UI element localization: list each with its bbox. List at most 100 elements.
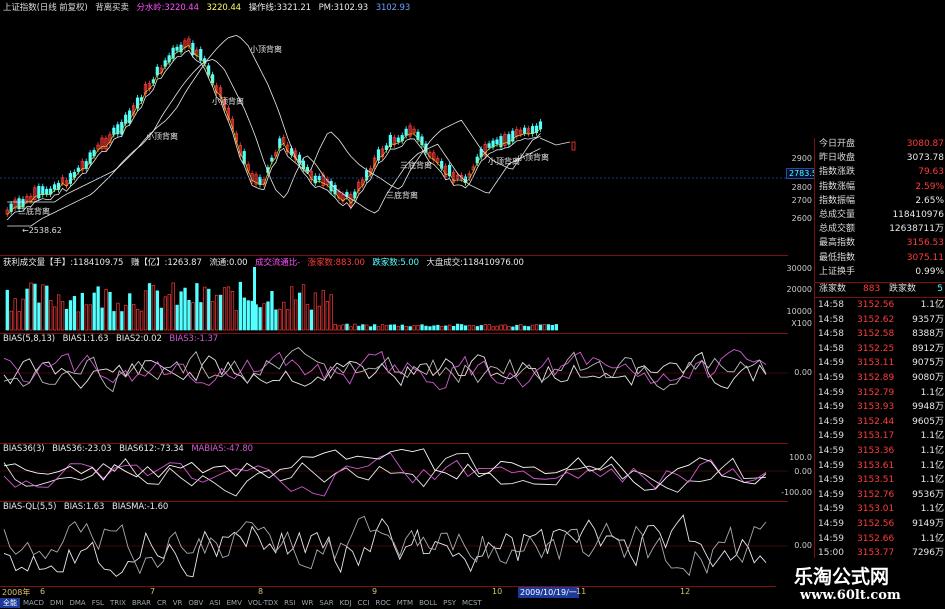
volume-bar [17,311,21,331]
volume-bar [507,326,511,331]
stat-row: 最低指数 3075.11 [815,252,945,265]
watermark-title: 乐淘公式网 [794,566,890,588]
tick-volume: 1.1亿 [920,460,944,471]
volume-bar [29,282,33,331]
stat-label: 指数振幅 [819,195,856,206]
bias-panel[interactable]: BIAS(5,8,13) BIAS1:1.63 BIAS2:0.02 BIAS3… [0,333,788,444]
vol-label-float: 流通:0.00 [209,258,248,268]
volume-bar [68,300,73,331]
indicator-tab[interactable]: VOL-TDX [245,599,281,607]
indicator-tab[interactable]: SAR [316,599,336,607]
indicator-tab[interactable]: MACD [20,599,47,607]
indicator-tab[interactable]: ASI [206,599,223,607]
volume-bar [337,325,341,331]
stat-label: 总成交量 [819,210,856,220]
stat-value: 3075.11 [906,252,944,263]
volume-bar [286,309,290,331]
indicator-tab[interactable]: EMV [224,599,245,607]
tick-price: 3152.62 [857,314,895,325]
y-tick: -100.00 [781,488,812,497]
tick-volume: 9149万 [912,519,944,529]
volume-bar [139,310,144,331]
stat-label: 指数涨幅 [819,181,856,192]
indicator-tab[interactable]: TRIX [107,599,129,607]
tick-time: 14:59 [818,460,844,471]
volume-bar [104,289,108,331]
volume-bar [321,290,325,331]
volume-bar [120,311,124,331]
volume-bar [400,324,404,331]
indicator-tab[interactable]: MTM [394,599,416,607]
indicator-tab[interactable]: VR [170,599,186,607]
volume-bar [278,308,282,331]
price-chart-panel[interactable]: 上证指数(日线 前复权) 背离买卖 分水岭:3220.44 3220.44 操作… [0,0,820,256]
tick-row: 14:59 3152.89 9080万 [815,371,945,386]
indicator-tab[interactable]: ROC [372,599,393,607]
volume-bar [167,294,171,331]
divergence-label: 小顶背离 [146,132,178,141]
bias36-panel[interactable]: BIAS36(3) BIAS36:-23.03 BIAS612:-73.34 M… [0,443,788,502]
tick-time: 14:59 [818,446,844,456]
volume-bar [21,298,25,331]
volume-bar [294,299,298,331]
tick-row: 14:58 3152.56 1.1亿 [815,298,945,313]
tick-price: 3152.56 [857,300,895,310]
tick-time: 14:59 [818,373,844,383]
indicator-tab[interactable]: DMA [66,599,88,607]
volume-bar [222,287,227,331]
volume-bar [207,288,211,331]
volume-bar [143,290,148,331]
tick-row: 14:59 3152.76 9536万 [815,488,945,503]
indicator-tab[interactable]: CR [154,599,170,607]
volume-bar [41,284,45,331]
indicator-tab[interactable]: WR [299,599,317,607]
indicator-tab[interactable]: PSY [440,599,459,607]
indicator-tab[interactable]: RSI [281,599,298,607]
stat-row: 昨日收盘 3073.78 [815,152,945,165]
vol-label-ratio: 成交流通比- [255,258,301,268]
volume-bar [116,302,120,331]
biasql-panel[interactable]: BIAS-QL(5,5) BIAS:1.63 BIASMA:-1.60 [0,501,788,587]
date-label: 11 [576,587,587,596]
divergence-label: 三底背离 [386,191,418,200]
volume-bar [471,325,476,331]
volume-bar [487,324,491,331]
volume-bar [45,285,49,331]
tick-price: 3152.58 [857,329,895,340]
divergence-label: 三底背离 [400,161,432,170]
tick-volume: 9357万 [912,314,944,325]
vol-label-amount: 赚【亿】:1263.87 [130,258,202,268]
tick-volume: 8388万 [912,329,944,340]
tick-price: 3153.11 [857,358,895,369]
chart-title: 上证指数(日线 前复权) [3,3,88,13]
volume-bar [211,301,215,331]
candle-body [37,185,41,199]
indicator-tab[interactable]: 全能 [0,598,20,608]
indicator-tab[interactable]: DMI [47,599,67,607]
volume-bar [361,324,365,331]
volume-panel[interactable]: 获利成交量【手】:1184109.75 赚【亿】:1263.87 流通:0.00… [0,255,788,334]
tick-volume: 8912万 [912,343,944,354]
tick-volume: 1.1亿 [920,504,944,515]
volume-bar [527,326,531,331]
y-tick: 2900 [791,154,812,163]
indicator-tab[interactable]: BOLL [416,599,440,607]
date-label: 12 [680,587,691,596]
tick-time: 14:58 [818,300,844,310]
volume-bar [238,281,243,331]
volume-bar [132,304,136,331]
indicator-tab[interactable]: OBV [185,599,206,607]
tick-price: 3152.89 [857,373,895,383]
volume-bar [309,309,314,331]
tick-time: 14:59 [818,358,844,369]
tick-time: 14:59 [818,533,844,544]
volume-bar [313,292,318,331]
indicator-tab[interactable]: MCST [459,599,485,607]
indicator-tab[interactable]: FSL [89,599,107,607]
indicator-tab[interactable]: BRAR [129,599,154,607]
volume-bar [151,285,156,331]
indicator-tab[interactable]: CCI [355,599,373,607]
indicator-tab[interactable]: KDJ [337,599,355,607]
volume-bar [76,311,81,331]
tick-row: 14:59 3153.17 1.1亿 [815,429,945,444]
